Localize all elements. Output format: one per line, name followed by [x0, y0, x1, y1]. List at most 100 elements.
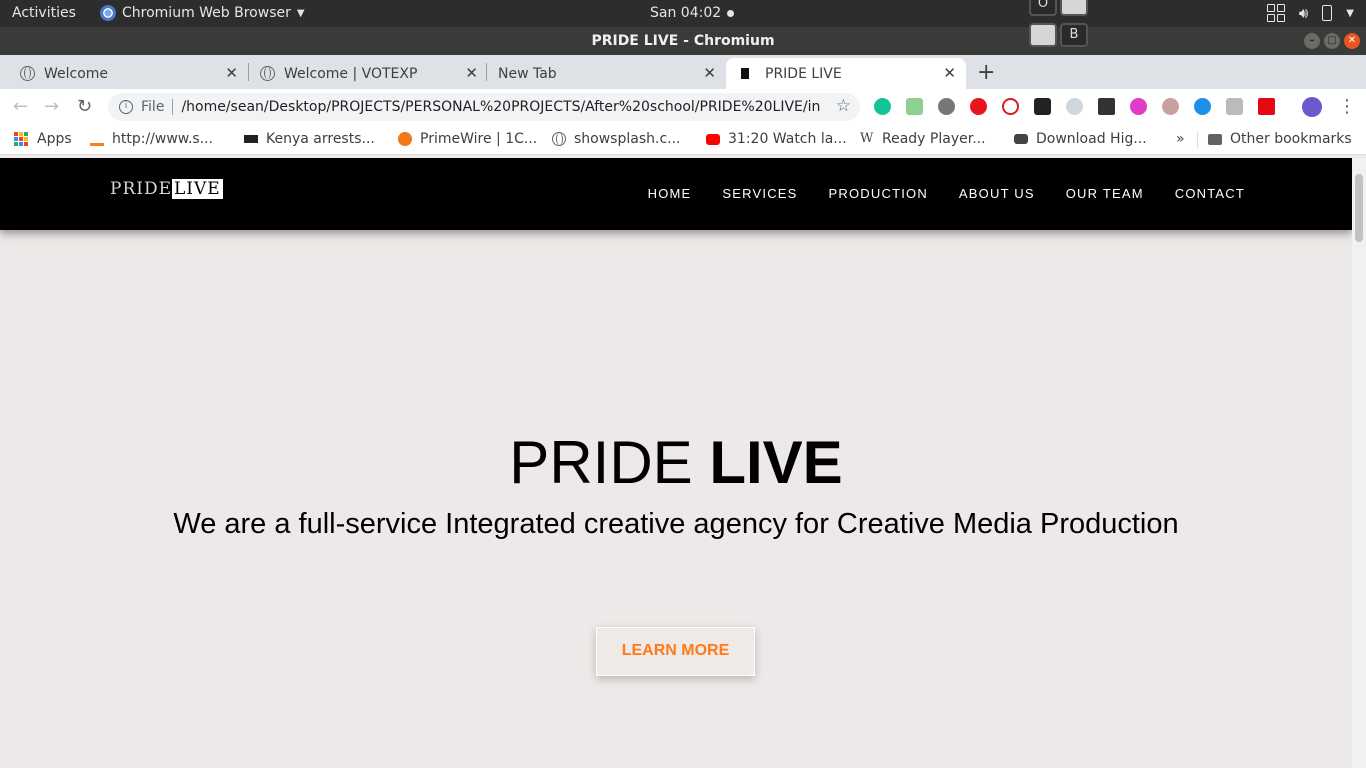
back-arrow-icon[interactable]: ← [13, 96, 28, 117]
system-top-bar: Activities Chromium Web Browser ▼ San 04… [0, 0, 1366, 27]
tab-close-icon[interactable]: ✕ [465, 64, 478, 82]
clock-label: San 04:02 [650, 5, 722, 21]
extension-icon[interactable] [1226, 98, 1243, 115]
key-b: B [1060, 23, 1088, 47]
nav-about-us[interactable]: ABOUT US [959, 186, 1035, 201]
bookmark-label: 31:20 Watch la... [728, 131, 847, 147]
nav-home[interactable]: HOME [648, 186, 692, 201]
bookmark-label: Apps [37, 131, 72, 147]
hero-title-bold: LIVE [709, 429, 843, 496]
bookmark-item[interactable]: Kenya arrests... [244, 131, 375, 147]
new-tab-button[interactable]: + [977, 60, 995, 85]
hero-title-light: PRIDE [509, 429, 710, 496]
inbox-extension-icon[interactable] [906, 98, 923, 115]
scrollbar-thumb[interactable] [1355, 174, 1363, 242]
site-navbar: PRIDE LIVE HOME SERVICES PRODUCTION ABOU… [0, 158, 1352, 230]
opera-vpn-extension-icon[interactable] [970, 98, 987, 115]
tab-close-icon[interactable]: ✕ [703, 64, 716, 82]
tab-close-icon[interactable]: ✕ [225, 64, 238, 82]
chromium-icon [100, 5, 116, 21]
nav-services[interactable]: SERVICES [722, 186, 797, 201]
app-menu-label: Chromium Web Browser [122, 5, 291, 21]
hero-title: PRIDE LIVE [0, 428, 1352, 497]
folder-icon [1208, 133, 1222, 145]
extension-icon[interactable] [1194, 98, 1211, 115]
tab-label: Welcome [44, 65, 109, 82]
key-o: O [1029, 0, 1057, 16]
bookmarks-divider [1197, 132, 1198, 148]
tab-welcome[interactable]: Welcome ✕ [0, 58, 248, 89]
maximize-button[interactable]: □ [1324, 33, 1340, 49]
extension-icon[interactable] [1034, 98, 1051, 115]
omnibox-divider [172, 99, 174, 115]
page-favicon-icon [741, 68, 749, 79]
youtube-icon [706, 133, 720, 145]
nav-contact[interactable]: CONTACT [1175, 186, 1245, 201]
address-bar[interactable]: i File /home/sean/Desktop/PROJECTS/PERSO… [108, 93, 860, 121]
bookmarks-overflow-button[interactable]: » [1176, 131, 1185, 147]
tab-label: Welcome | VOTEXP [284, 65, 418, 82]
reload-icon[interactable]: ↻ [77, 96, 92, 117]
url-text[interactable]: /home/sean/Desktop/PROJECTS/PERSONAL%20P… [181, 99, 821, 115]
clock[interactable]: San 04:02 [650, 5, 735, 21]
extension-icon[interactable] [1130, 98, 1147, 115]
bookmark-label: Ready Player... [882, 131, 986, 147]
window-title-bar: PRIDE LIVE - Chromium – □ ✕ [0, 27, 1366, 55]
site-logo[interactable]: PRIDE LIVE [110, 179, 223, 199]
other-bookmarks[interactable]: Other bookmarks [1208, 131, 1352, 147]
info-icon[interactable]: i [119, 100, 133, 114]
bookmark-label: PrimeWire | 1C... [420, 131, 538, 147]
system-tray[interactable]: 🔊︎ ▼ [1266, 4, 1354, 22]
logo-text-pride: PRIDE [110, 179, 172, 199]
app-menu[interactable]: Chromium Web Browser ▼ [100, 5, 305, 21]
globe-icon [260, 66, 275, 81]
tab-votexp[interactable]: Welcome | VOTEXP ✕ [240, 58, 488, 89]
bookmark-item[interactable]: http://www.s... [90, 131, 213, 147]
adblock-extension-icon[interactable] [1002, 98, 1019, 115]
bookmark-item[interactable]: showsplash.c... [552, 131, 681, 147]
minimize-button[interactable]: – [1304, 33, 1320, 49]
bookmark-apps[interactable]: Apps [14, 131, 72, 147]
page-viewport: PRIDE LIVE HOME SERVICES PRODUCTION ABOU… [0, 158, 1352, 768]
bookmark-star-icon[interactable]: ☆ [836, 96, 851, 116]
bookmark-item[interactable]: W Ready Player... [860, 131, 986, 147]
activities-button[interactable]: Activities [12, 5, 76, 21]
tab-new-tab[interactable]: New Tab ✕ [478, 58, 726, 89]
tab-pride-live[interactable]: PRIDE LIVE ✕ [726, 58, 966, 89]
globe-icon [552, 132, 566, 146]
hero-subtitle: We are a full-service Integrated creativ… [173, 508, 1179, 540]
caret-down-icon: ▼ [296, 7, 305, 19]
eyedropper-extension-icon[interactable] [1098, 98, 1115, 115]
bookmark-label: Download Hig... [1036, 131, 1147, 147]
bookmark-item[interactable]: PrimeWire | 1C... [398, 131, 537, 147]
extension-icon[interactable] [1066, 98, 1083, 115]
grammarly-extension-icon[interactable] [874, 98, 891, 115]
kebab-menu-icon[interactable]: ⋮ [1338, 96, 1356, 117]
bookmarks-bar: Apps http://www.s... Kenya arrests... Pr… [0, 125, 1366, 155]
logo-text-live: LIVE [172, 179, 223, 199]
volume-icon: 🔊︎ [1298, 4, 1309, 22]
netflix-extension-icon[interactable] [1258, 98, 1275, 115]
download-site-icon [1014, 134, 1028, 144]
profile-avatar[interactable] [1302, 97, 1322, 117]
tab-divider [248, 63, 249, 81]
nav-production[interactable]: PRODUCTION [829, 186, 928, 201]
system-menu-arrow-icon[interactable]: ▼ [1346, 8, 1354, 19]
key-blank-1 [1060, 0, 1088, 16]
tab-strip: Welcome ✕ Welcome | VOTEXP ✕ New Tab ✕ P… [0, 55, 1366, 89]
nav-our-team[interactable]: OUR TEAM [1066, 186, 1144, 201]
extension-icon[interactable] [938, 98, 955, 115]
forward-arrow-icon[interactable]: → [44, 96, 59, 117]
scheme-label: File [141, 99, 165, 115]
workspace-grid-icon[interactable] [1266, 4, 1285, 22]
tab-close-icon[interactable]: ✕ [943, 64, 956, 82]
page-scrollbar[interactable] [1352, 158, 1366, 768]
tab-label: PRIDE LIVE [765, 65, 842, 82]
wikipedia-icon: W [860, 131, 874, 146]
bookmark-item[interactable]: Download Hig... [1014, 131, 1147, 147]
extension-icon[interactable] [1162, 98, 1179, 115]
key-blank-2 [1029, 23, 1057, 47]
bookmark-item[interactable]: 31:20 Watch la... [706, 131, 847, 147]
learn-more-button[interactable]: LEARN MORE [596, 627, 755, 676]
close-window-button[interactable]: ✕ [1344, 33, 1360, 49]
